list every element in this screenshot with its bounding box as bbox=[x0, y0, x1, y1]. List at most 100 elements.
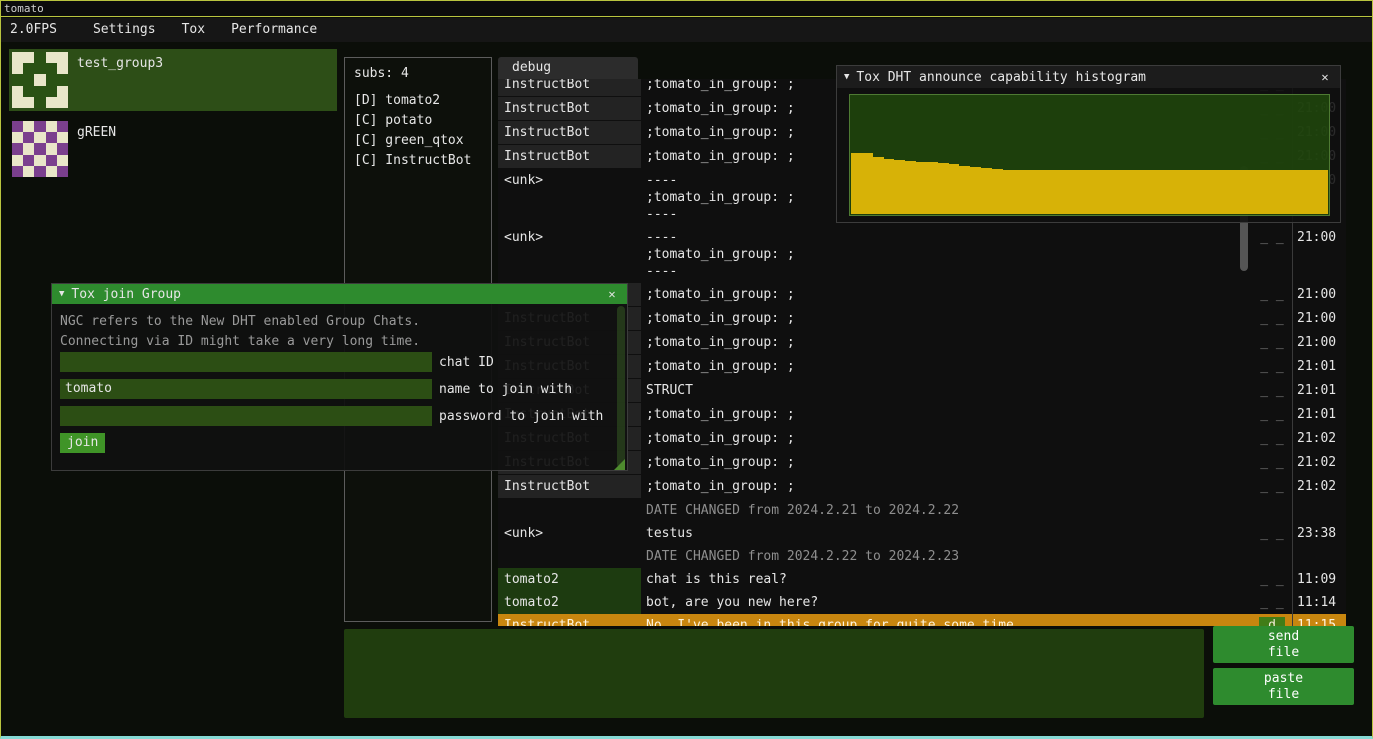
message-row[interactable]: InstructBot;tomato_in_group: ;_ _21:02 bbox=[498, 475, 1346, 499]
message-row[interactable]: InstructBotNo, I've been in this group f… bbox=[498, 614, 1346, 626]
identicon-cell bbox=[34, 74, 45, 85]
histogram-bar bbox=[1122, 170, 1133, 214]
menu-item-tox[interactable]: Tox bbox=[169, 18, 218, 42]
message-row[interactable]: tomato2bot, are you new here?_ _11:14 bbox=[498, 591, 1346, 614]
message-sender: <unk> bbox=[498, 169, 641, 226]
message-time: 21:01 bbox=[1292, 403, 1346, 427]
histogram-bar bbox=[1133, 170, 1144, 214]
histogram-bar bbox=[992, 169, 1003, 214]
message-sender: InstructBot bbox=[498, 121, 641, 145]
identicon-cell bbox=[57, 166, 68, 177]
member-item[interactable]: [C] green_qtox bbox=[354, 131, 482, 151]
message-time bbox=[1292, 545, 1346, 568]
identicon-cell bbox=[57, 132, 68, 143]
identicon-cell bbox=[12, 86, 23, 97]
message-sender: <unk> bbox=[498, 226, 641, 283]
histogram-bar bbox=[1231, 170, 1242, 214]
message-row[interactable]: tomato2chat is this real?_ _11:09 bbox=[498, 568, 1346, 591]
collapse-arrow-icon[interactable]: ▼ bbox=[844, 72, 849, 82]
histogram-bar bbox=[1176, 170, 1187, 214]
date-separator-row[interactable]: DATE CHANGED from 2024.2.22 to 2024.2.23 bbox=[498, 545, 1346, 568]
join-button[interactable]: join bbox=[60, 433, 105, 453]
paste-file-button[interactable]: paste file bbox=[1213, 668, 1354, 705]
member-list: [D] tomato2[C] potato[C] green_qtox[C] I… bbox=[354, 91, 482, 171]
message-status: _ _ bbox=[1252, 379, 1292, 403]
message-sender: InstructBot bbox=[498, 79, 641, 97]
identicon-cell bbox=[12, 97, 23, 108]
identicon-cell bbox=[12, 121, 23, 132]
message-sender: InstructBot bbox=[498, 145, 641, 169]
message-row[interactable]: <unk>testus_ _23:38 bbox=[498, 522, 1346, 545]
message-status: _ _ bbox=[1252, 427, 1292, 451]
chat-id-input[interactable] bbox=[60, 352, 432, 372]
menu-item-settings[interactable]: Settings bbox=[80, 18, 169, 42]
message-time: 21:00 bbox=[1292, 307, 1346, 331]
send-file-button[interactable]: send file bbox=[1213, 626, 1354, 663]
identicon-cell bbox=[46, 74, 57, 85]
identicon-cell bbox=[34, 86, 45, 97]
message-sender: <unk> bbox=[498, 522, 641, 545]
message-text: ;tomato_in_group: ; bbox=[641, 355, 1252, 379]
message-time: 21:00 bbox=[1292, 283, 1346, 307]
histogram-bar bbox=[1198, 170, 1209, 214]
message-row[interactable]: <unk>---- ;tomato_in_group: ; ----_ _21:… bbox=[498, 226, 1346, 283]
message-status: _ _ bbox=[1252, 355, 1292, 379]
titlebar-text: tomato bbox=[4, 2, 44, 15]
histogram-bar bbox=[1274, 170, 1285, 214]
histogram-bar bbox=[1035, 170, 1046, 214]
app-window: tomato 2.0FPS SettingsToxPerformance tes… bbox=[0, 0, 1373, 739]
identicon-cell bbox=[12, 132, 23, 143]
join-window-scrollbar[interactable] bbox=[617, 306, 625, 468]
message-sender: tomato2 bbox=[498, 591, 641, 614]
join-name-input[interactable]: tomato bbox=[60, 379, 432, 399]
dht-histogram-titlebar[interactable]: ▼ Tox DHT announce capability histogram … bbox=[837, 66, 1340, 88]
date-separator-row[interactable]: DATE CHANGED from 2024.2.21 to 2024.2.22 bbox=[498, 499, 1346, 522]
resize-grip-icon[interactable] bbox=[614, 459, 625, 470]
identicon-cell bbox=[34, 132, 45, 143]
chat-id-row: chat ID bbox=[60, 352, 619, 372]
message-text: ;tomato_in_group: ; bbox=[641, 427, 1252, 451]
group-item-test_group3[interactable]: test_group3 bbox=[9, 49, 337, 111]
member-item[interactable]: [D] tomato2 bbox=[354, 91, 482, 111]
group-identicon bbox=[12, 121, 68, 177]
group-item-green[interactable]: gREEN bbox=[9, 118, 337, 180]
histogram-bar bbox=[884, 159, 895, 214]
histogram-bar bbox=[1046, 170, 1057, 214]
member-item[interactable]: [C] InstructBot bbox=[354, 151, 482, 171]
identicon-cell bbox=[12, 166, 23, 177]
identicon-cell bbox=[34, 52, 45, 63]
join-group-window: ▼ Tox join Group ✕ NGC refers to the New… bbox=[51, 283, 628, 471]
message-input[interactable] bbox=[344, 629, 1204, 718]
message-status: d bbox=[1252, 614, 1292, 626]
close-icon[interactable]: ✕ bbox=[1317, 70, 1333, 84]
collapse-arrow-icon[interactable]: ▼ bbox=[59, 289, 64, 299]
identicon-cell bbox=[23, 52, 34, 63]
member-item[interactable]: [C] potato bbox=[354, 111, 482, 131]
identicon-cell bbox=[57, 143, 68, 154]
group-list: test_group3 gREEN bbox=[9, 49, 337, 180]
join-password-input[interactable] bbox=[60, 406, 432, 426]
histogram-bar bbox=[905, 161, 916, 214]
message-sender bbox=[498, 545, 641, 568]
identicon-cell bbox=[57, 97, 68, 108]
identicon-cell bbox=[46, 143, 57, 154]
message-sender: InstructBot bbox=[498, 97, 641, 121]
histogram-bar bbox=[1057, 170, 1068, 214]
histogram-bar bbox=[1263, 170, 1274, 214]
message-text: bot, are you new here? bbox=[641, 591, 1252, 614]
close-icon[interactable]: ✕ bbox=[604, 287, 620, 301]
message-status: _ _ bbox=[1252, 307, 1292, 331]
identicon-cell bbox=[23, 74, 34, 85]
histogram-bar bbox=[1111, 170, 1122, 214]
histogram-bar bbox=[970, 167, 981, 214]
message-text: ---- ;tomato_in_group: ; ---- bbox=[641, 226, 1252, 283]
identicon-cell bbox=[46, 132, 57, 143]
menu-item-performance[interactable]: Performance bbox=[218, 18, 330, 42]
identicon-cell bbox=[23, 155, 34, 166]
tab-debug[interactable]: debug bbox=[498, 57, 638, 79]
histogram-bar bbox=[1003, 170, 1014, 214]
join-group-titlebar[interactable]: ▼ Tox join Group ✕ bbox=[52, 284, 627, 304]
histogram-bar bbox=[894, 160, 905, 214]
histogram-bars bbox=[851, 96, 1328, 214]
histogram-bar bbox=[851, 153, 862, 214]
